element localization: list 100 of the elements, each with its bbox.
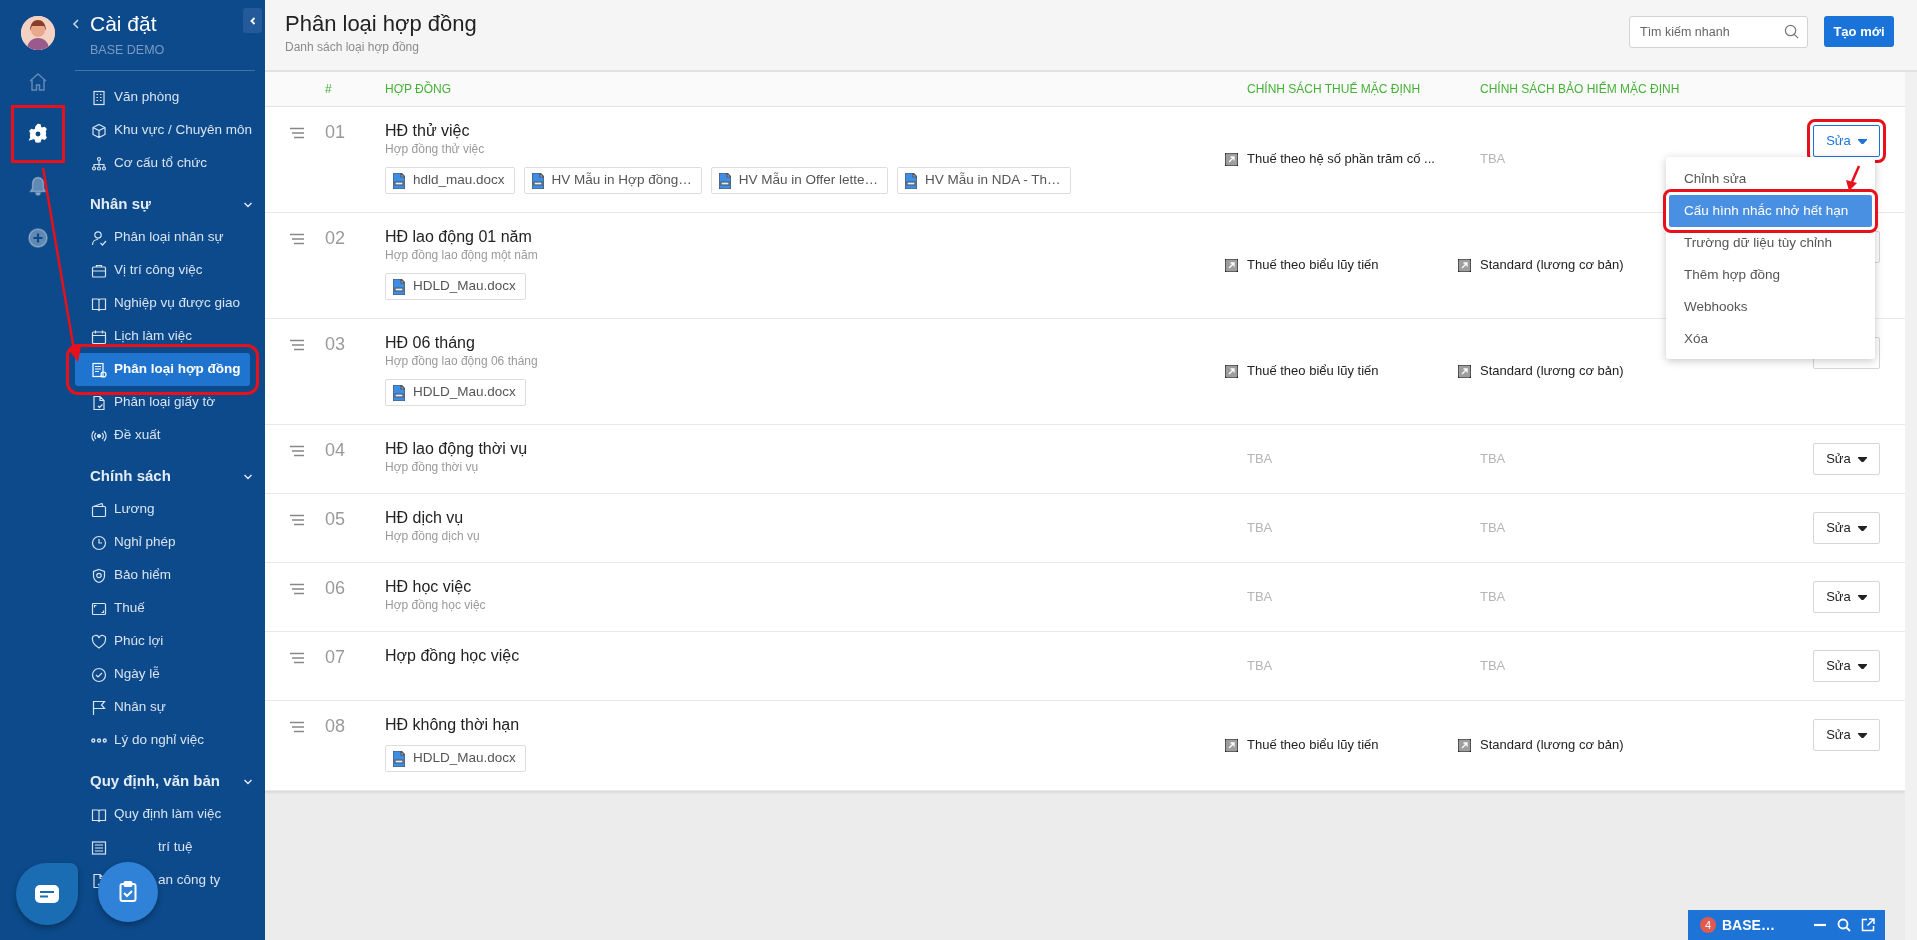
search-icon xyxy=(1837,918,1851,932)
drag-handle-icon xyxy=(290,127,304,139)
policy-text: TBA xyxy=(1480,587,1506,606)
section-heading[interactable]: Nhân sự xyxy=(90,193,151,216)
caret-icon xyxy=(1857,663,1867,669)
clock-icon xyxy=(91,534,107,551)
section-heading[interactable]: Chính sách xyxy=(90,465,171,488)
flag-icon xyxy=(91,699,107,716)
sidebar-item[interactable]: Cơ cấu tổ chức xyxy=(75,147,250,180)
page-title: Phân loại hợp đồng xyxy=(285,10,477,38)
contract-name: HĐ lao động 01 năm xyxy=(385,227,533,247)
contract-description: Hợp đồng lao động 06 tháng xyxy=(385,353,539,369)
policy-text: TBA xyxy=(1247,587,1273,606)
document-icon xyxy=(393,384,405,401)
sidebar-item[interactable]: trí tuệ xyxy=(75,831,250,864)
menu-item[interactable]: Thêm hợp đồng xyxy=(1669,259,1872,291)
edit-button[interactable]: Sửa xyxy=(1813,443,1880,475)
drag-handle-icon xyxy=(290,445,304,457)
policy-text: Thuế theo hệ số phần trăm cố ... xyxy=(1247,150,1435,169)
policy-text: TBA xyxy=(1247,656,1273,675)
avatar xyxy=(20,16,55,50)
collapse-button[interactable] xyxy=(243,8,262,33)
file-chip[interactable]: HDLD_Mau.docx xyxy=(385,273,526,300)
sidebar-item[interactable]: Phúc lợi xyxy=(75,625,250,658)
contract-name: HĐ dịch vụ xyxy=(385,508,465,528)
menu-item[interactable]: Xóa xyxy=(1669,323,1872,355)
external-link-icon xyxy=(1861,918,1875,932)
calendar-icon xyxy=(91,328,107,345)
message-icon xyxy=(35,885,59,903)
row-number: 02 xyxy=(325,228,346,248)
book-icon xyxy=(91,295,107,312)
column-header: # xyxy=(325,82,332,96)
link-icon xyxy=(1458,364,1471,378)
sidebar-item[interactable]: Quy định làm việc xyxy=(75,798,250,831)
sidebar-item[interactable]: Phân loại giấy tờ xyxy=(75,386,250,419)
caret-icon xyxy=(1857,456,1867,462)
sidebar-item[interactable]: Đề xuất xyxy=(75,419,250,452)
book-icon xyxy=(91,806,107,823)
row-number: 05 xyxy=(325,509,346,529)
file-chip[interactable]: HDLD_Mau.docx xyxy=(385,379,526,406)
sidebar-item[interactable]: Thuế xyxy=(75,592,250,625)
caret-icon xyxy=(1857,594,1867,600)
edit-button[interactable]: Sửa xyxy=(1813,650,1880,682)
section-heading[interactable]: Quy định, văn bản xyxy=(90,770,220,793)
policy-text: Thuế theo biểu lũy tiến xyxy=(1247,256,1379,275)
edit-button[interactable]: Sửa xyxy=(1813,719,1880,751)
file-chip[interactable]: hdld_mau.docx xyxy=(385,167,515,194)
sidebar-item[interactable]: Văn phòng xyxy=(75,81,250,114)
drag-handle-icon xyxy=(290,339,304,351)
sidebar-item[interactable]: Vị trí công việc xyxy=(75,254,250,287)
sidebar-item[interactable]: Lương xyxy=(75,493,250,526)
chat-widget[interactable]: 4 BASE… xyxy=(1688,910,1885,940)
sidebar-item[interactable]: Bảo hiểm xyxy=(75,559,250,592)
menu-item[interactable]: Trường dữ liệu tùy chỉnh xyxy=(1669,227,1872,259)
sidebar-item[interactable]: Lý do nghỉ việc xyxy=(75,724,250,757)
policy-text: Standard (lương cơ bản) xyxy=(1480,256,1624,275)
sidebar-item[interactable]: Ngày lễ xyxy=(75,658,250,691)
settings-button[interactable] xyxy=(13,108,62,160)
sidebar-item[interactable]: Phân loại hợp đồng xyxy=(75,353,250,386)
scrollbar[interactable] xyxy=(1905,72,1917,940)
sidebar-title: Cài đặt xyxy=(90,11,157,37)
row-number: 03 xyxy=(325,334,346,354)
file-chip[interactable]: HV Mẫu in Hợp đồng… xyxy=(523,167,702,194)
sidebar-item[interactable]: Khu vực / Chuyên môn xyxy=(75,114,250,147)
contract-name: HĐ không thời hạn xyxy=(385,715,521,735)
contract-description: Hợp đồng học việc xyxy=(385,597,487,613)
contract-description: Hợp đồng dịch vụ xyxy=(385,528,481,544)
document-icon xyxy=(718,172,731,189)
edit-button[interactable]: Sửa xyxy=(1813,512,1880,544)
menu-item[interactable]: Chỉnh sửa xyxy=(1669,163,1872,195)
link-icon xyxy=(1458,738,1471,752)
sidebar-item[interactable]: Nghỉ phép xyxy=(75,526,250,559)
sidebar-item[interactable]: Nhân sự xyxy=(75,691,250,724)
search-field[interactable]: Tìm kiếm nhanh xyxy=(1629,16,1808,48)
file-chip[interactable]: HV Mẫu in NDA - Th… xyxy=(897,167,1071,194)
file-chip[interactable]: HV Mẫu in Offer lette… xyxy=(710,167,889,194)
edit-button[interactable]: Sửa xyxy=(1813,581,1880,613)
search-icon xyxy=(1784,24,1799,39)
policy-text: TBA xyxy=(1480,150,1506,169)
caret-icon xyxy=(1857,732,1867,738)
check-circle-icon xyxy=(91,666,107,683)
sidebar-item[interactable]: Lịch làm việc xyxy=(75,320,250,353)
contract-description: Hợp đồng thử việc xyxy=(385,141,486,157)
document-icon xyxy=(393,278,405,295)
wallet-icon xyxy=(91,501,107,518)
file-chip[interactable]: HDLD_Mau.docx xyxy=(385,745,526,772)
frame-icon xyxy=(91,600,107,617)
menu-item[interactable]: Webhooks xyxy=(1669,291,1872,323)
sidebar-item[interactable]: Nghiệp vụ được giao xyxy=(75,287,250,320)
policy-text: Standard (lương cơ bản) xyxy=(1480,362,1624,381)
count-badge: 4 xyxy=(1700,917,1716,933)
policy-text: TBA xyxy=(1480,518,1506,537)
contract-name: HĐ 06 tháng xyxy=(385,333,476,353)
sidebar-item[interactable]: Phân loại nhân sự xyxy=(75,221,250,254)
create-button[interactable]: Tạo mới xyxy=(1824,16,1894,47)
add-icon xyxy=(26,227,49,249)
policy-text: TBA xyxy=(1480,449,1506,468)
settings-icon xyxy=(26,123,49,145)
clipboard-icon xyxy=(119,881,137,903)
drag-handle-icon xyxy=(290,583,304,595)
